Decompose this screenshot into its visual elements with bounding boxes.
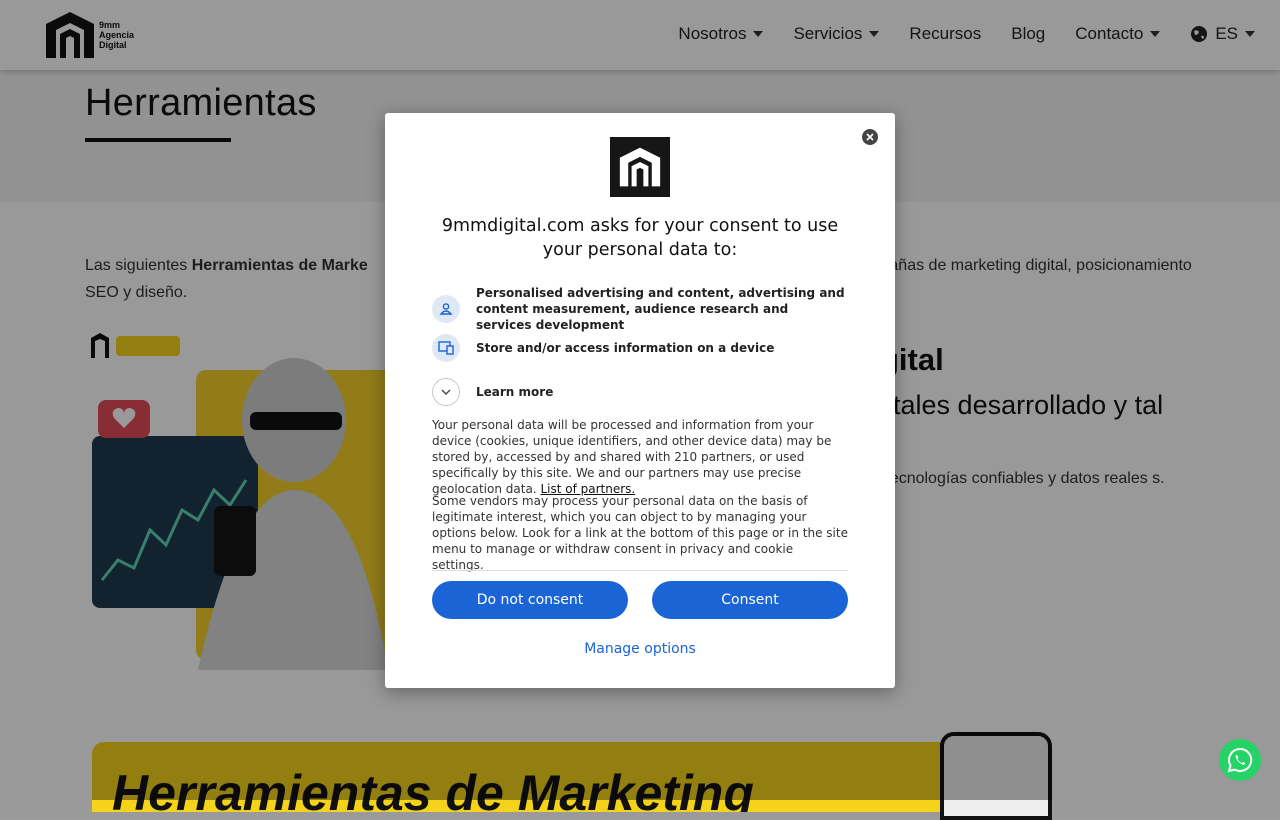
consent-button[interactable]: Consent [652,581,848,619]
purpose-personalised-text: Personalised advertising and content, ad… [476,286,845,332]
purpose-store-access-text: Store and/or access information on a dev… [476,341,775,355]
person-icon [432,295,460,323]
consent-dialog: 9mmdigital.com asks for your consent to … [385,113,895,688]
close-icon [866,133,874,141]
do-not-consent-button[interactable]: Do not consent [432,581,628,619]
brand-mark-icon [619,147,661,187]
device-icon [432,334,460,362]
consent-paragraph-2: Some vendors may process your personal d… [432,494,848,572]
whatsapp-icon [1227,747,1253,773]
purpose-store-access: Store and/or access information on a dev… [432,334,846,362]
learn-more-label: Learn more [476,385,554,399]
close-button[interactable] [862,129,878,145]
site-logo [610,137,670,197]
divider [432,570,848,571]
whatsapp-button[interactable] [1219,739,1261,781]
consent-paragraph-1: Your personal data will be processed and… [432,417,848,497]
manage-options-link[interactable]: Manage options [385,641,895,657]
purpose-personalised: Personalised advertising and content, ad… [432,285,846,333]
chevron-down-icon [432,378,460,406]
learn-more-toggle[interactable]: Learn more [432,378,846,406]
consent-title: 9mmdigital.com asks for your consent to … [441,216,839,260]
